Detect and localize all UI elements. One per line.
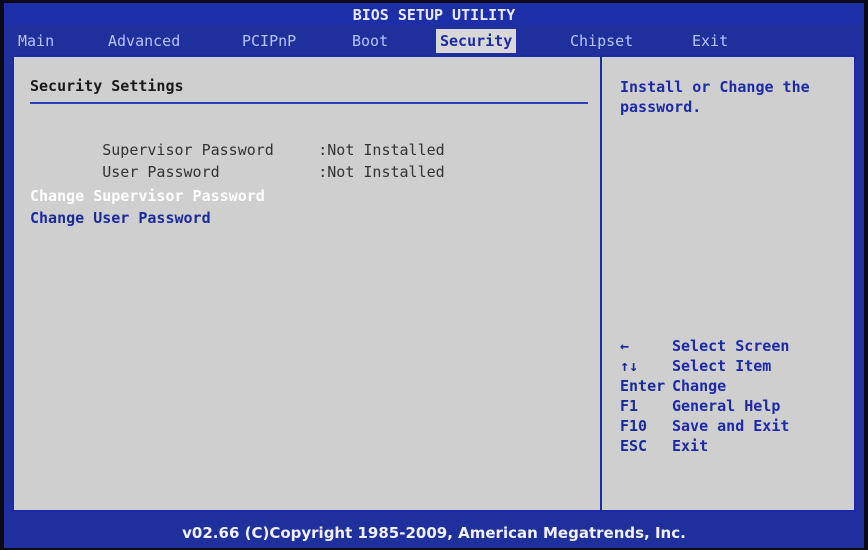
key-row: ↑↓ Select Item bbox=[620, 357, 850, 377]
key-label: ESC bbox=[620, 437, 648, 455]
tab-pcipnp[interactable]: PCIPnP bbox=[238, 29, 300, 53]
user-password-status: :Not Installed bbox=[318, 163, 445, 181]
key-description: Select Screen bbox=[672, 337, 790, 355]
key-description: General Help bbox=[672, 397, 781, 415]
key-label: F10 bbox=[620, 417, 648, 435]
key-label: F1 bbox=[620, 397, 639, 415]
help-text: Install or Change the password. bbox=[620, 78, 810, 116]
key-row: F10 Save and Exit bbox=[620, 417, 850, 437]
help-panel: Install or Change the password. ← Select… bbox=[602, 57, 854, 510]
change-supervisor-password-item[interactable]: Change Supervisor Password bbox=[30, 187, 265, 205]
tab-security[interactable]: Security bbox=[436, 29, 517, 53]
key-row: ← Select Screen bbox=[620, 337, 850, 357]
section-title: Security Settings bbox=[30, 77, 184, 95]
tab-exit[interactable]: Exit bbox=[688, 29, 732, 53]
main-panel: Security Settings Supervisor Password:No… bbox=[12, 55, 856, 512]
up-down-arrow-icon: ↑↓ bbox=[620, 357, 639, 375]
tab-bar: Main Advanced PCIPnP Boot Security Chips… bbox=[4, 29, 864, 55]
key-description: Save and Exit bbox=[672, 417, 790, 435]
key-description: Select Item bbox=[672, 357, 772, 375]
copyright-footer: v02.66 (C)Copyright 1985-2009, American … bbox=[182, 524, 686, 542]
key-row: Enter Change bbox=[620, 377, 850, 397]
key-description: Change bbox=[672, 377, 727, 395]
tab-chipset[interactable]: Chipset bbox=[566, 29, 637, 53]
key-legend: ← Select Screen ↑↓ Select Item Enter Cha… bbox=[620, 337, 850, 457]
tab-advanced[interactable]: Advanced bbox=[104, 29, 184, 53]
user-password-label: User Password bbox=[102, 163, 220, 181]
key-label: Enter bbox=[620, 377, 666, 395]
tab-boot[interactable]: Boot bbox=[348, 29, 392, 53]
bios-title: BIOS SETUP UTILITY bbox=[4, 3, 864, 25]
change-user-password-item[interactable]: Change User Password bbox=[30, 209, 211, 227]
section-divider bbox=[30, 102, 588, 104]
tab-main[interactable]: Main bbox=[14, 29, 58, 53]
key-row: ESC Exit bbox=[620, 437, 850, 457]
settings-panel: Security Settings Supervisor Password:No… bbox=[14, 57, 602, 510]
key-row: F1 General Help bbox=[620, 397, 850, 417]
bios-screen: BIOS SETUP UTILITY Main Advanced PCIPnP … bbox=[4, 3, 864, 548]
key-description: Exit bbox=[672, 437, 709, 455]
left-arrow-icon: ← bbox=[620, 337, 630, 355]
